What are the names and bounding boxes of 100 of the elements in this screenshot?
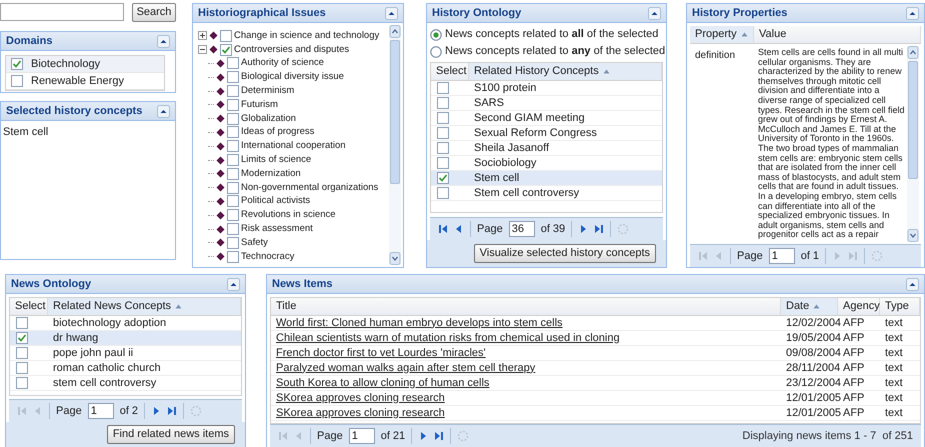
table-row[interactable]: roman catholic church: [10, 361, 241, 376]
list-item[interactable]: Stem cell: [1, 121, 175, 140]
action-button[interactable]: Find related news items: [106, 425, 235, 444]
checkbox[interactable]: [16, 377, 28, 389]
checkbox[interactable]: [227, 126, 239, 138]
table-row[interactable]: World first: Cloned human embryo develops into stem cells 12/02/2004 AFP text: [271, 316, 920, 331]
news-title-link[interactable]: South Korea to allow cloning of human cells: [276, 376, 490, 389]
checkbox[interactable]: [11, 58, 23, 70]
list-item[interactable]: Renewable Energy: [6, 73, 164, 90]
checkbox[interactable]: [227, 182, 239, 194]
checkbox[interactable]: [227, 168, 239, 180]
news-title-link[interactable]: SKorea approves cloning research: [276, 392, 445, 404]
table-row[interactable]: SKorea approves cloning research 12/01/2005 AFP text: [271, 406, 920, 421]
table-row[interactable]: Sheila Jasanoff: [431, 141, 662, 156]
tree-item[interactable]: Determinism: [241, 84, 294, 98]
checkbox[interactable]: [227, 112, 239, 125]
scrollbar-thumb[interactable]: [908, 61, 918, 179]
checkbox[interactable]: [11, 75, 23, 87]
checkbox[interactable]: [227, 250, 239, 263]
tree-item[interactable]: Futurism: [241, 98, 278, 112]
tree-item[interactable]: Modernization: [241, 166, 301, 181]
table-row[interactable]: Chilean scientists warn of mutation risks from chemical used in cloning 19/05/2004 AFP text: [271, 331, 920, 346]
page-input[interactable]: 36: [508, 221, 535, 237]
column-header[interactable]: Agency: [838, 298, 880, 315]
collapse-button[interactable]: [385, 6, 398, 20]
radio-button[interactable]: [430, 46, 442, 58]
scroll-up-button[interactable]: [389, 25, 401, 38]
checkbox[interactable]: [220, 44, 232, 56]
previous-page-icon[interactable]: [454, 224, 464, 234]
collapse-button[interactable]: [906, 6, 919, 20]
table-row[interactable]: stem cell controversy: [10, 376, 241, 391]
scrollbar[interactable]: [389, 25, 401, 265]
collapse-icon[interactable]: [198, 45, 207, 54]
column-header[interactable]: Date: [781, 298, 838, 315]
table-row[interactable]: South Korea to allow cloning of human cells 23/12/2004 AFP text: [271, 376, 920, 391]
checkbox[interactable]: [227, 209, 239, 222]
next-page-icon[interactable]: [151, 406, 162, 416]
checkbox[interactable]: [437, 127, 449, 139]
news-title-link[interactable]: World first: Cloned human embryo develops into stem cells: [276, 316, 563, 329]
list-item[interactable]: Biotechnology: [6, 56, 164, 73]
radio-button[interactable]: [430, 28, 442, 40]
checkbox[interactable]: [16, 362, 28, 374]
page-input[interactable]: 1: [348, 428, 375, 444]
radio-label[interactable]: News concepts related to all of the selected: [445, 26, 658, 43]
next-page-icon[interactable]: [578, 224, 588, 234]
radio-label[interactable]: News concepts related to any of the selected: [445, 43, 666, 60]
tree-item[interactable]: Risk assessment: [241, 222, 313, 236]
table-row[interactable]: pope john paul ii: [10, 346, 241, 361]
scroll-up-button[interactable]: [907, 46, 919, 59]
last-page-icon[interactable]: [167, 406, 178, 416]
search-button[interactable]: Search: [132, 2, 176, 22]
tree-item[interactable]: Controversies and disputes: [234, 42, 350, 57]
table-row[interactable]: Paralyzed woman walks again after stem cell therapy 28/11/2004 AFP text: [271, 361, 920, 376]
tree-item[interactable]: International cooperation: [241, 139, 346, 154]
checkbox[interactable]: [437, 157, 449, 169]
column-header[interactable]: Type: [880, 298, 920, 315]
checkbox[interactable]: [227, 154, 239, 166]
checkbox[interactable]: [227, 140, 239, 152]
checkbox[interactable]: [437, 112, 449, 124]
table-row[interactable]: S100 protein: [431, 81, 662, 96]
news-title-link[interactable]: French doctor first to vet Lourdes 'miracles': [276, 346, 486, 359]
table-row[interactable]: Second GIAM meeting: [431, 111, 662, 126]
checkbox[interactable]: [220, 30, 232, 42]
last-page-icon[interactable]: [434, 431, 444, 441]
checkbox[interactable]: [227, 223, 239, 236]
news-title-link[interactable]: SKorea approves cloning research: [276, 406, 445, 419]
news-title-link[interactable]: Chilean scientists warn of mutation risks from chemical used in cloning: [276, 332, 620, 344]
checkbox[interactable]: [227, 85, 239, 98]
checkbox[interactable]: [227, 71, 239, 84]
table-row[interactable]: SARS: [431, 96, 662, 111]
checkbox[interactable]: [227, 98, 239, 111]
collapse-button[interactable]: [157, 104, 170, 118]
tree-item[interactable]: Biological diversity issue: [241, 70, 344, 84]
checkbox[interactable]: [437, 172, 449, 184]
checkbox[interactable]: [437, 187, 449, 199]
table-row[interactable]: Stem cell: [431, 171, 662, 186]
checkbox[interactable]: [16, 347, 28, 359]
tree-item[interactable]: Change in science and technology: [234, 28, 380, 44]
tree-item[interactable]: Safety: [241, 236, 268, 250]
checkbox[interactable]: [227, 236, 239, 249]
table-row[interactable]: Stem cell controversy: [431, 186, 662, 201]
tree-item[interactable]: Revolutions in science: [241, 208, 336, 222]
next-page-icon[interactable]: [418, 431, 428, 441]
expand-icon[interactable]: [198, 31, 207, 40]
tree-item[interactable]: Non-governmental organizations: [241, 180, 378, 195]
checkbox[interactable]: [437, 97, 449, 109]
column-header[interactable]: Related News Concepts: [48, 298, 241, 315]
tree-item[interactable]: Political activists: [241, 194, 310, 209]
tree-item[interactable]: Limits of science: [241, 152, 312, 168]
collapse-button[interactable]: [648, 6, 661, 20]
table-row[interactable]: dr hwang: [10, 331, 241, 346]
tree-item[interactable]: Ideas of progress: [241, 125, 314, 140]
scrollbar-thumb[interactable]: [390, 40, 400, 184]
checkbox[interactable]: [16, 317, 28, 329]
scroll-down-button[interactable]: [907, 229, 919, 242]
table-row[interactable]: Sexual Reform Congress: [431, 126, 662, 141]
checkbox[interactable]: [227, 195, 239, 208]
table-row[interactable]: French doctor first to vet Lourdes 'miracles' 09/08/2004 AFP text: [271, 346, 920, 361]
checkbox[interactable]: [227, 57, 239, 70]
checkbox[interactable]: [437, 142, 449, 154]
